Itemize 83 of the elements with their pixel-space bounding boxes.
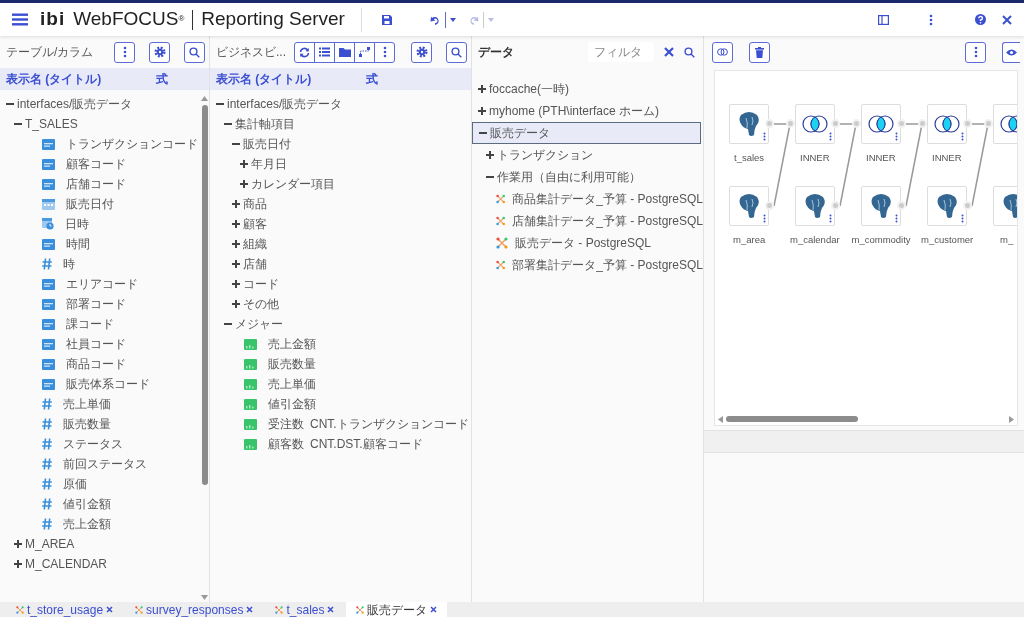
field-label[interactable]: 顧客数 <box>268 435 304 453</box>
field-label[interactable]: 店舗コード <box>66 175 126 193</box>
tree-row[interactable]: 販売データ - PostgreSQL <box>472 232 703 254</box>
panel-title: テーブル/カラム <box>6 44 95 61</box>
field-label[interactable]: ステータス <box>63 435 123 453</box>
field-label[interactable]: トランザクションコード <box>66 135 198 153</box>
field-label[interactable]: 店舗集計データ_予算 - PostgreSQL <box>512 212 703 230</box>
field-label[interactable]: 部署コード <box>66 295 126 313</box>
tree-item[interactable]: 販売データ <box>490 124 550 142</box>
tree-row[interactable]: 販売データ <box>472 122 701 144</box>
document-tab[interactable]: 販売データ <box>346 602 448 617</box>
field-label[interactable]: 課コード <box>66 315 114 333</box>
tree-item[interactable]: メジャー <box>235 315 283 333</box>
tree-item[interactable]: M_AREA <box>25 535 75 553</box>
field-label[interactable]: 日時 <box>65 215 89 233</box>
node-label: INNER <box>866 151 896 165</box>
product-name: WebFOCUS$^{®}$ <box>73 7 185 32</box>
column-header[interactable]: 表示名 (タイトル) <box>216 70 366 88</box>
tree-item[interactable]: 店舗 <box>243 255 267 273</box>
tree-item[interactable]: トランザクション <box>497 146 593 164</box>
field-label[interactable]: 売上単価 <box>63 395 111 413</box>
field-label[interactable]: 商品集計データ_予算 - PostgreSQL <box>512 190 703 208</box>
node-label: m_commodity <box>851 233 911 247</box>
field-label[interactable]: 値引金額 <box>63 495 111 513</box>
tree-item[interactable]: foccache(一時) <box>489 80 570 98</box>
node-label: INNER <box>932 151 962 165</box>
field-label[interactable]: 前回ステータス <box>63 455 147 473</box>
tree-row[interactable]: トランザクション <box>472 144 703 166</box>
tree-item[interactable]: 組織 <box>243 235 267 253</box>
tree-item[interactable]: カレンダー項目 <box>251 175 335 193</box>
tree-row[interactable]: 部署集計データ_予算 - PostgreSQL <box>472 254 703 276</box>
tree-item[interactable]: interfaces/販売データ <box>227 95 343 113</box>
field-label[interactable]: 時 <box>63 255 75 273</box>
filter-field[interactable]: フィルタ <box>588 42 654 62</box>
node-label: m_area <box>733 233 766 247</box>
field-label[interactable]: 売上金額 <box>63 515 111 533</box>
tree-row[interactable]: 商品集計データ_予算 - PostgreSQL <box>472 188 703 210</box>
tree-item[interactable]: 年月日 <box>251 155 287 173</box>
field-label[interactable]: 商品コード <box>66 355 126 373</box>
field-label[interactable]: 原価 <box>63 475 87 493</box>
formula-text: CNT.トランザクションコード <box>310 416 469 433</box>
tree-item[interactable]: その他 <box>243 295 279 313</box>
field-label[interactable]: 受注数 <box>268 415 304 433</box>
tree-item[interactable]: T_SALES <box>25 115 78 133</box>
field-label[interactable]: 販売データ - PostgreSQL <box>515 234 652 252</box>
column-header[interactable]: 式 <box>156 70 168 88</box>
field-label[interactable]: 販売体系コード <box>66 375 150 393</box>
column-header[interactable]: 式 <box>366 70 378 88</box>
tree-item[interactable]: myhome (PTH\interface ホーム) <box>489 102 660 120</box>
tree-item[interactable]: コード <box>243 275 279 293</box>
field-label[interactable]: 部署集計データ_予算 - PostgreSQL <box>512 256 703 274</box>
panel-title: ビジネスビ... <box>216 44 287 61</box>
tree-item[interactable]: 販売日付 <box>243 135 291 153</box>
field-label[interactable]: 値引金額 <box>268 395 316 413</box>
node-label: m_ <box>1000 233 1014 247</box>
field-label[interactable]: 売上金額 <box>268 335 316 353</box>
tree-item[interactable]: 商品 <box>243 195 267 213</box>
tree-item[interactable]: 作業用（自由に利用可能） <box>497 168 641 186</box>
tree-row[interactable]: foccache(一時) <box>472 78 703 100</box>
field-label[interactable]: 販売数量 <box>63 415 111 433</box>
app-title: Reporting Server <box>201 7 345 32</box>
field-label[interactable]: 社員コード <box>66 335 126 353</box>
column-header[interactable]: 表示名 (タイトル) <box>6 70 156 88</box>
tree-item[interactable]: 顧客 <box>243 215 267 233</box>
formula-text: CNT.DST.顧客コード <box>310 436 423 453</box>
field-label[interactable]: 時間 <box>66 235 90 253</box>
node-label: t_sales <box>734 151 765 165</box>
brand-logo: ibi <box>40 7 66 32</box>
field-label[interactable]: 売上単価 <box>268 375 316 393</box>
tree-item[interactable]: M_CALENDAR <box>25 555 108 573</box>
tree-row[interactable]: 作業用（自由に利用可能） <box>472 166 703 188</box>
node-label: INNER <box>800 151 830 165</box>
node-label: m_calendar <box>790 233 840 247</box>
field-label[interactable]: 顧客コード <box>66 155 126 173</box>
field-label[interactable]: エリアコード <box>66 275 138 293</box>
tree-row[interactable]: 店舗集計データ_予算 - PostgreSQL <box>472 210 703 232</box>
node-label: m_customer <box>921 233 974 247</box>
field-label[interactable]: 販売数量 <box>268 355 316 373</box>
panel-title: データ <box>478 44 515 61</box>
tree-item[interactable]: interfaces/販売データ <box>17 95 133 113</box>
tree-item[interactable]: 集計軸項目 <box>235 115 295 133</box>
field-label[interactable]: 販売日付 <box>66 195 114 213</box>
tree-row[interactable]: myhome (PTH\interface ホーム) <box>472 100 703 122</box>
